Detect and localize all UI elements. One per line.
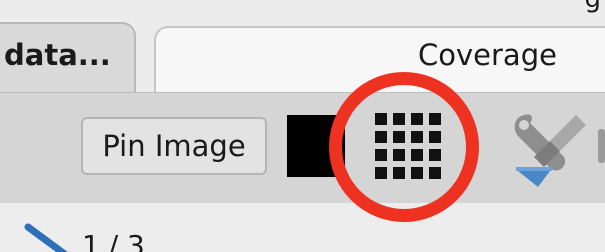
- cropped-top-text: g: [584, 0, 601, 14]
- cropped-toolbar-item: [598, 129, 605, 163]
- toolbar: Pin Image: [0, 92, 605, 204]
- pin-image-button[interactable]: Pin Image: [81, 117, 267, 175]
- grid-icon[interactable]: [373, 111, 443, 181]
- content-area: 1 / 3: [0, 203, 605, 252]
- pointer-icon: [24, 223, 68, 252]
- app-window: g data... Coverage Pin Image: [0, 0, 605, 252]
- tools-icon[interactable]: [510, 109, 590, 191]
- tab-data-label: data...: [4, 38, 111, 72]
- tab-strip: g data... Coverage: [0, 0, 605, 106]
- black-color-swatch[interactable]: [287, 115, 345, 177]
- tab-coverage-label: Coverage: [418, 38, 557, 72]
- page-indicator: 1 / 3: [82, 229, 145, 252]
